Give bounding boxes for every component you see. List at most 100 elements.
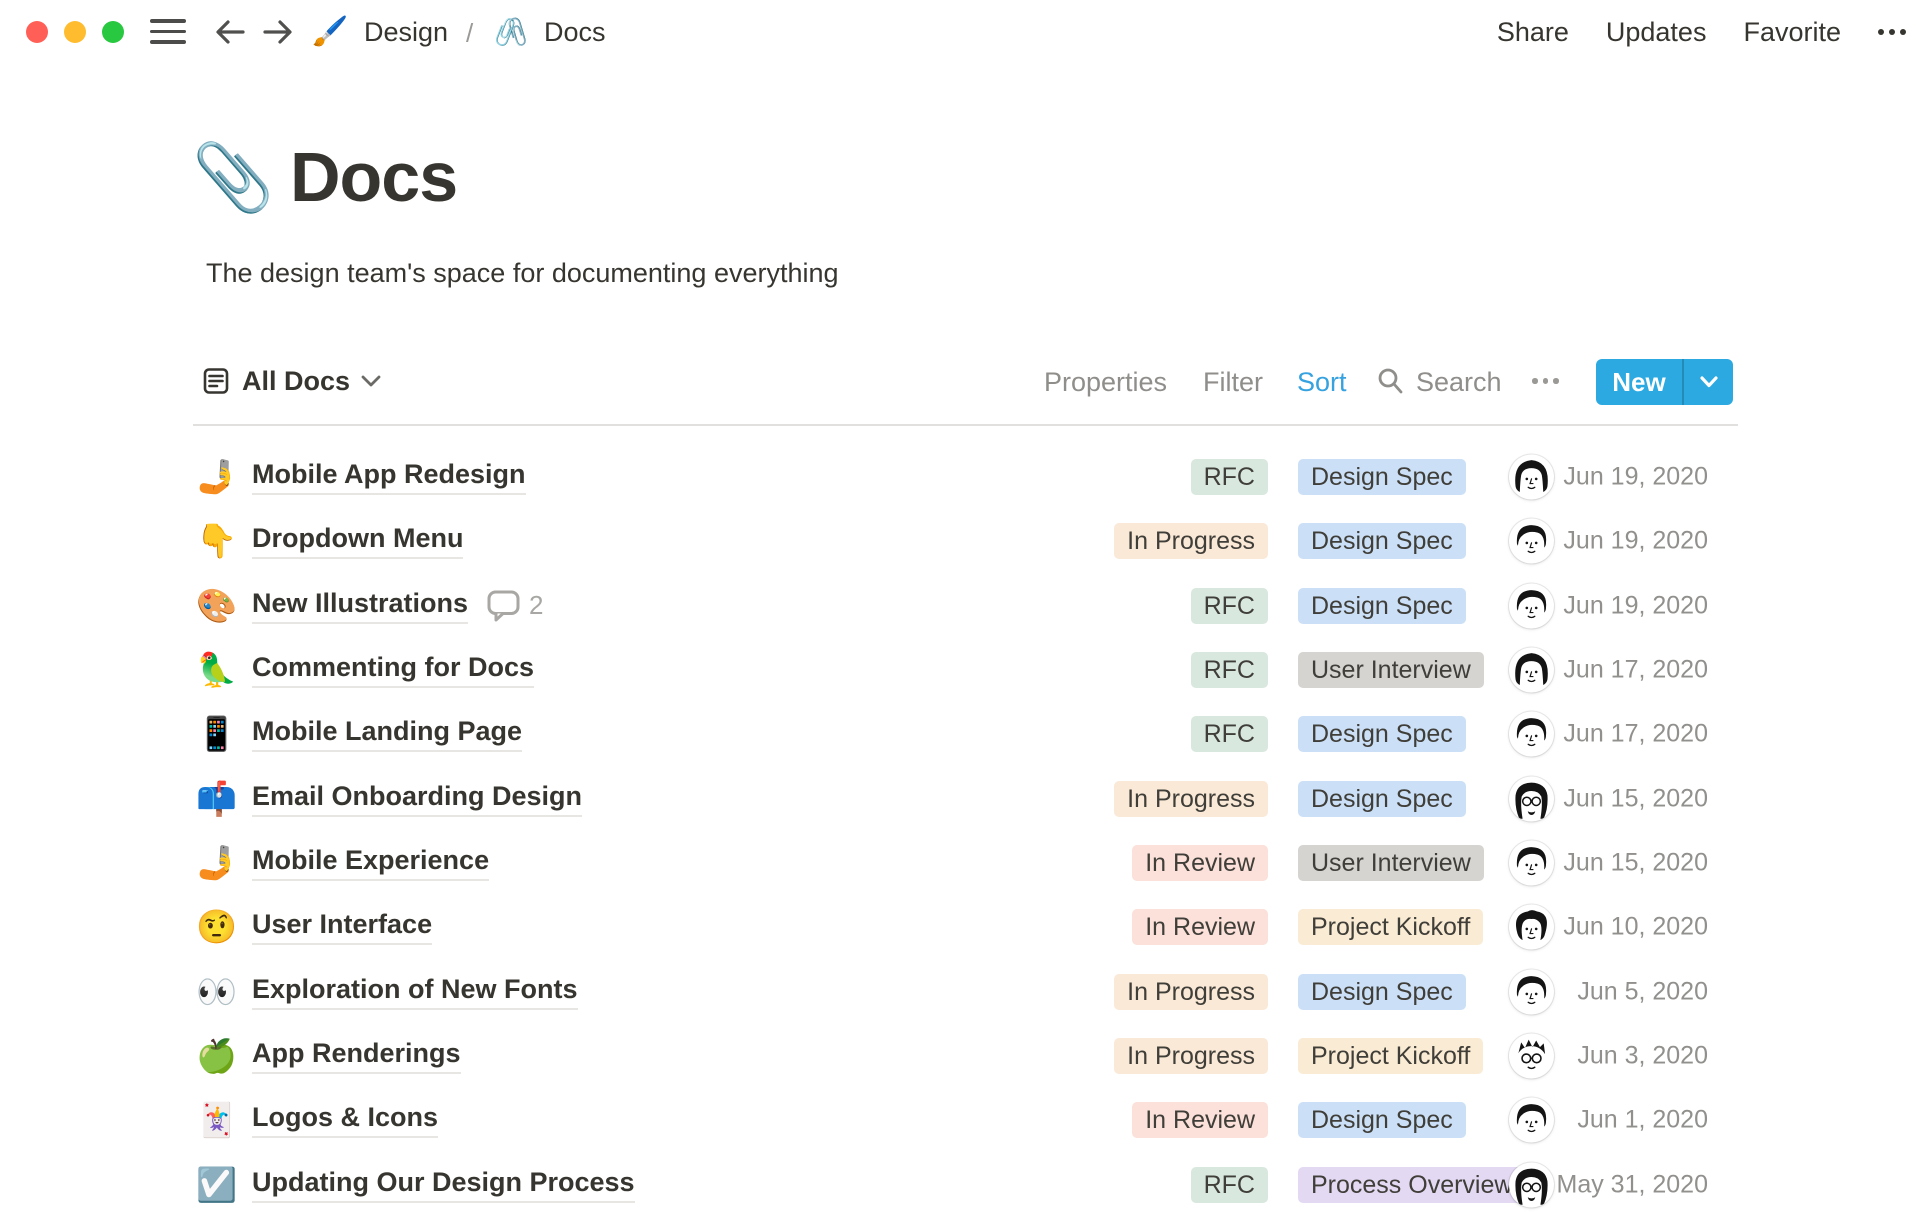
edited-date[interactable]: Jun 17, 2020 <box>1548 655 1708 684</box>
breadcrumb-design-icon: 🖌️ <box>312 16 349 48</box>
doc-title-link[interactable]: Mobile App Redesign <box>252 459 526 495</box>
edited-date[interactable]: Jun 19, 2020 <box>1548 527 1708 556</box>
table-row[interactable]: 🤨 User Interface In Review Project Kicko… <box>0 895 1920 959</box>
type-tag[interactable]: Design Spec <box>1298 523 1466 560</box>
edited-date[interactable]: Jun 5, 2020 <box>1548 977 1708 1006</box>
doc-title-link[interactable]: Exploration of New Fonts <box>252 974 578 1010</box>
doc-emoji: 🤨 <box>196 908 238 946</box>
type-tag[interactable]: Project Kickoff <box>1298 1037 1484 1074</box>
type-tag[interactable]: User Interview <box>1298 651 1484 688</box>
properties-button[interactable]: Properties <box>1044 367 1167 398</box>
comment-count-badge[interactable]: 2 <box>486 589 544 622</box>
filter-button[interactable]: Filter <box>1203 367 1263 398</box>
status-tag[interactable]: RFC <box>1190 459 1268 495</box>
doc-title-link[interactable]: Commenting for Docs <box>252 652 535 688</box>
edited-date[interactable]: Jun 15, 2020 <box>1548 784 1708 813</box>
sidebar-menu-icon[interactable] <box>150 19 186 45</box>
status-tag[interactable]: In Review <box>1132 909 1268 946</box>
doc-emoji: 👀 <box>196 972 238 1010</box>
table-row[interactable]: 👇 Dropdown Menu In Progress Design Spec … <box>0 509 1920 573</box>
status-tag[interactable]: In Progress <box>1114 973 1268 1010</box>
edited-date[interactable]: Jun 19, 2020 <box>1548 591 1708 620</box>
type-tag[interactable]: Design Spec <box>1298 973 1466 1010</box>
view-more-options-icon[interactable] <box>1532 378 1559 384</box>
edited-date[interactable]: Jun 1, 2020 <box>1548 1106 1708 1135</box>
page-icon[interactable]: 📎 <box>192 138 274 216</box>
minimize-window-button[interactable] <box>64 21 86 43</box>
type-tag[interactable]: Design Spec <box>1298 716 1466 753</box>
new-button[interactable]: New <box>1596 359 1733 405</box>
table-row[interactable]: 🤳 Mobile App Redesign RFC Design Spec Ju… <box>0 445 1920 509</box>
view-selector[interactable]: All Docs <box>202 358 382 404</box>
doc-emoji: 🤳 <box>196 843 238 881</box>
doc-title-link[interactable]: Mobile Experience <box>252 845 490 881</box>
status-tag[interactable]: In Progress <box>1114 780 1268 817</box>
doc-title-link[interactable]: Email Onboarding Design <box>252 781 583 817</box>
doc-title-link[interactable]: Updating Our Design Process <box>252 1167 635 1203</box>
type-tag[interactable]: User Interview <box>1298 844 1484 881</box>
doc-title-link[interactable]: Logos & Icons <box>252 1102 439 1139</box>
page-title: Docs <box>290 138 458 216</box>
updates-button[interactable]: Updates <box>1606 17 1707 48</box>
table-row[interactable]: 🦜 Commenting for Docs RFC User Interview… <box>0 638 1920 702</box>
table-row[interactable]: 📫 Email Onboarding Design In Progress De… <box>0 767 1920 831</box>
type-tag[interactable]: Process Overview <box>1298 1166 1526 1203</box>
table-row[interactable]: 🃏 Logos & Icons In Review Design Spec Ju… <box>0 1088 1920 1152</box>
status-tag[interactable]: RFC <box>1190 587 1268 624</box>
comment-bubble-icon <box>487 590 520 622</box>
status-tag[interactable]: In Progress <box>1114 1037 1268 1074</box>
status-tag[interactable]: RFC <box>1190 716 1268 753</box>
edited-date[interactable]: Jun 10, 2020 <box>1548 913 1708 942</box>
doc-title-link[interactable]: Dropdown Menu <box>252 523 464 560</box>
page-subtitle: The design team's space for documenting … <box>206 258 839 288</box>
status-tag[interactable]: RFC <box>1190 651 1268 688</box>
doc-emoji: 🎨 <box>196 586 238 624</box>
doc-emoji: 🤳 <box>196 458 238 495</box>
table-row[interactable]: 👀 Exploration of New Fonts In Progress D… <box>0 960 1920 1024</box>
breadcrumb-design[interactable]: Design <box>364 18 448 46</box>
type-tag[interactable]: Design Spec <box>1298 587 1466 624</box>
window-title-bar: 🖌️ Design / 🖇️ Docs Share Updates Favori… <box>0 0 1920 64</box>
table-row[interactable]: ☑️ Updating Our Design Process RFC Proce… <box>0 1153 1920 1217</box>
table-header-divider <box>193 424 1738 426</box>
search-icon[interactable] <box>1376 366 1404 396</box>
doc-title-link[interactable]: App Renderings <box>252 1038 461 1074</box>
doc-emoji: 📫 <box>196 779 238 817</box>
type-tag[interactable]: Design Spec <box>1298 780 1466 817</box>
forward-arrow-icon[interactable] <box>260 15 296 49</box>
edited-date[interactable]: Jun 3, 2020 <box>1548 1041 1708 1070</box>
new-dropdown-icon[interactable] <box>1684 359 1733 405</box>
doc-title-link[interactable]: Mobile Landing Page <box>252 716 523 753</box>
search-button[interactable]: Search <box>1416 367 1502 398</box>
sort-button[interactable]: Sort <box>1297 367 1347 398</box>
breadcrumb-docs[interactable]: Docs <box>544 18 606 46</box>
more-options-icon[interactable] <box>1878 29 1906 35</box>
doc-emoji: ☑️ <box>196 1165 238 1203</box>
maximize-window-button[interactable] <box>102 21 124 43</box>
table-row[interactable]: 📱 Mobile Landing Page RFC Design Spec Ju… <box>0 702 1920 766</box>
edited-date[interactable]: Jun 15, 2020 <box>1548 848 1708 877</box>
status-tag[interactable]: In Progress <box>1114 523 1268 560</box>
status-tag[interactable]: In Review <box>1132 844 1268 881</box>
type-tag[interactable]: Design Spec <box>1298 1102 1466 1139</box>
doc-title-link[interactable]: New Illustrations <box>252 588 469 624</box>
new-button-label[interactable]: New <box>1596 359 1682 405</box>
edited-date[interactable]: Jun 17, 2020 <box>1548 720 1708 749</box>
edited-date[interactable]: Jun 19, 2020 <box>1548 463 1708 492</box>
comment-count: 2 <box>529 590 544 621</box>
doc-title-link[interactable]: User Interface <box>252 909 433 946</box>
share-button[interactable]: Share <box>1497 17 1569 48</box>
doc-emoji: 🦜 <box>196 650 238 688</box>
type-tag[interactable]: Project Kickoff <box>1298 909 1484 946</box>
list-view-icon <box>203 368 229 394</box>
table-row[interactable]: 🎨 New Illustrations 2 RFC Design Spec Ju… <box>0 574 1920 638</box>
status-tag[interactable]: In Review <box>1132 1102 1268 1139</box>
type-tag[interactable]: Design Spec <box>1298 459 1466 495</box>
close-window-button[interactable] <box>26 21 48 43</box>
favorite-button[interactable]: Favorite <box>1743 17 1841 48</box>
back-arrow-icon[interactable] <box>212 15 248 49</box>
edited-date[interactable]: May 31, 2020 <box>1548 1170 1709 1199</box>
status-tag[interactable]: RFC <box>1190 1166 1268 1203</box>
table-row[interactable]: 🤳 Mobile Experience In Review User Inter… <box>0 831 1920 895</box>
table-row[interactable]: 🍏 App Renderings In Progress Project Kic… <box>0 1024 1920 1088</box>
